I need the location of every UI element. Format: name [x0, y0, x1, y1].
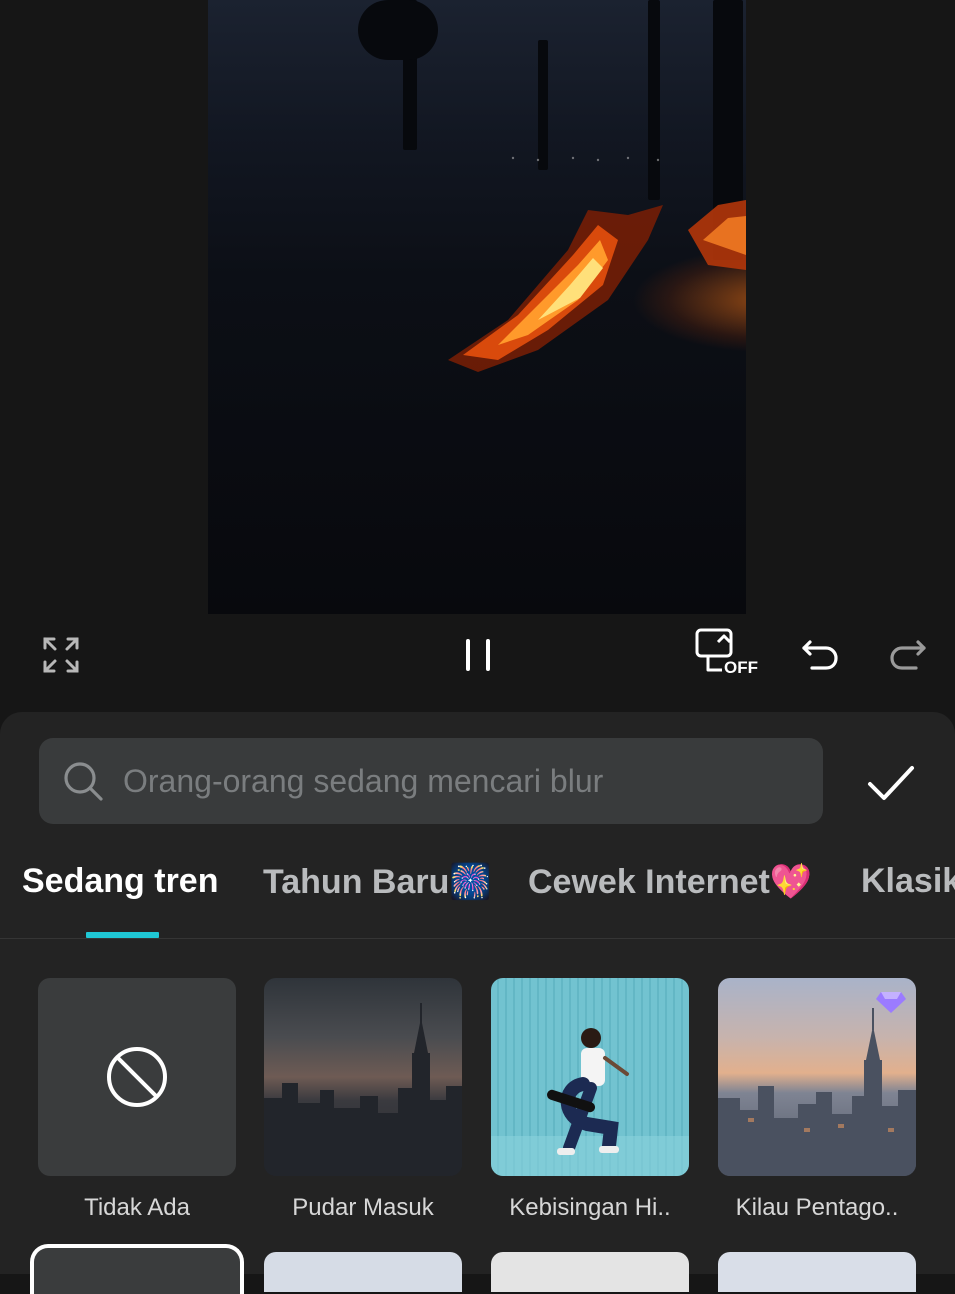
effect-pudar-masuk-thumbnail[interactable]: [264, 978, 462, 1176]
tab-klasik[interactable]: Klasik: [861, 862, 955, 901]
search-icon: [64, 762, 103, 801]
pause-button[interactable]: [455, 632, 501, 678]
effect-kilau-pentagon-thumbnail[interactable]: [718, 978, 916, 1176]
effect-thumbnail[interactable]: [718, 1252, 916, 1292]
effect-kebisingan-thumbnail[interactable]: [491, 978, 689, 1176]
tab-sedang-tren[interactable]: Sedang tren: [22, 862, 218, 901]
pause-icon: [466, 639, 490, 671]
effect-thumbnail[interactable]: [491, 1252, 689, 1292]
effect-thumbnail-selected[interactable]: [30, 1244, 244, 1294]
search-input[interactable]: [121, 750, 823, 812]
video-preview[interactable]: [208, 0, 746, 614]
checkmark-icon: [868, 766, 914, 800]
playback-controls: OFF: [0, 614, 955, 712]
divider: [0, 938, 955, 939]
confirm-button[interactable]: [858, 752, 922, 816]
effect-label: Kebisingan Hi..: [509, 1194, 671, 1221]
effect-none-thumbnail[interactable]: [38, 978, 236, 1176]
preview-area: [0, 0, 955, 712]
effect-label: Tidak Ada: [84, 1194, 190, 1221]
keyframe-toggle-button[interactable]: OFF: [694, 626, 758, 682]
tab-cewek-internet[interactable]: Cewek Internet💖: [528, 862, 812, 902]
premium-diamond-icon: [876, 992, 906, 1013]
undo-icon[interactable]: [798, 632, 842, 676]
tab-tahun-baru[interactable]: Tahun Baru🎆: [263, 862, 492, 902]
search-bar[interactable]: [39, 738, 823, 824]
category-tabs: Sedang tren Tahun Baru🎆 Cewek Internet💖 …: [0, 852, 955, 938]
fullscreen-icon[interactable]: [38, 632, 84, 678]
effect-label: Kilau Pentago..: [735, 1194, 899, 1221]
keyframe-off-label: OFF: [724, 658, 758, 677]
effect-label: Pudar Masuk: [292, 1194, 434, 1221]
redo-icon[interactable]: [886, 632, 930, 676]
effect-thumbnail[interactable]: [264, 1252, 462, 1292]
effects-panel: Sedang tren Tahun Baru🎆 Cewek Internet💖 …: [0, 712, 955, 1294]
no-effect-icon: [107, 1047, 167, 1107]
